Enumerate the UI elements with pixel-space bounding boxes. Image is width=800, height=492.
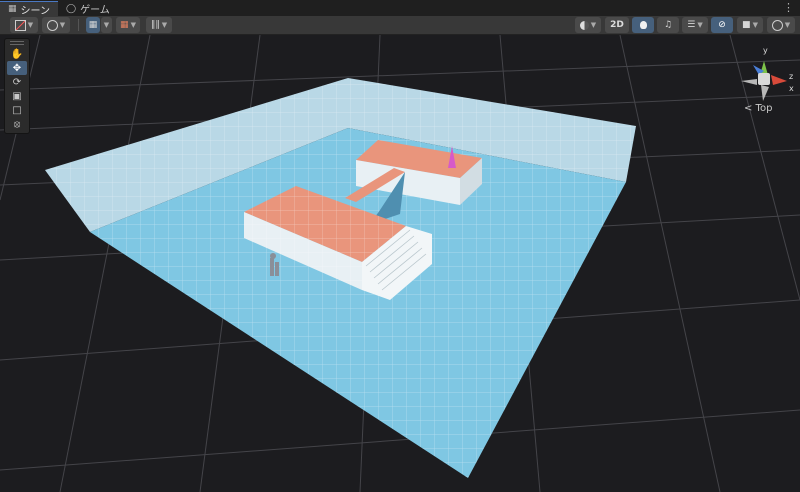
camera-settings-dropdown[interactable]: ■ ▼: [737, 17, 763, 33]
scene-viewport[interactable]: [0, 35, 800, 492]
view-direction-label[interactable]: < Top: [744, 103, 772, 114]
tab-game-label: ゲーム: [80, 5, 110, 16]
hand-icon: ✋: [10, 48, 24, 60]
chevron-down-icon: ▼: [697, 21, 703, 29]
rotate-icon: ⟳: [12, 76, 22, 88]
transform-icon: ⦻: [13, 118, 21, 130]
chevron-down-icon: ▼: [784, 21, 791, 29]
gizmo-x-label: x: [789, 84, 794, 93]
hidden-objects-icon: ⊘: [718, 20, 726, 30]
shading-mode-icon: [579, 20, 589, 30]
gizmo-x-axis: [771, 75, 787, 85]
tab-game[interactable]: ◯ ゲーム: [58, 1, 118, 17]
chevron-down-icon: ▼: [590, 21, 597, 29]
draw-mode-dropdown[interactable]: ▼: [575, 17, 601, 33]
tab-scene[interactable]: ▦ シーン: [0, 1, 59, 17]
gizmo-y-label: y: [763, 46, 768, 55]
move-tool[interactable]: ✥: [7, 61, 27, 75]
chevron-down-icon: ▼: [130, 21, 136, 29]
audio-toggle[interactable]: ♫: [657, 17, 679, 33]
chevron-down-icon: ▼: [27, 21, 34, 29]
transform-tool[interactable]: ⦻: [7, 117, 27, 131]
move-icon: ✥: [12, 62, 22, 74]
hidden-objects-toggle[interactable]: ⊘: [711, 17, 733, 33]
2d-label: 2D: [610, 20, 624, 30]
rotate-tool[interactable]: ⟳: [7, 75, 27, 89]
scale-icon: ▣: [12, 90, 22, 102]
increment-snap-icon: ∥∥: [150, 20, 160, 30]
tab-bar: ▦ シーン ◯ ゲーム ⋮: [0, 0, 800, 17]
gizmos-icon: [771, 19, 783, 31]
chevron-down-icon: ▼: [103, 21, 110, 29]
rect-tool[interactable]: □: [7, 103, 27, 117]
tab-scene-label: シーン: [20, 5, 51, 17]
scene-render: [0, 35, 800, 492]
grid-snap-toggle[interactable]: ▦: [86, 17, 100, 33]
chevron-down-icon: ▼: [59, 21, 66, 29]
lighting-toggle[interactable]: [632, 17, 654, 33]
tool-palette: ✋ ✥ ⟳ ▣ □ ⦻: [4, 38, 30, 134]
snap-grid-icon: ▦: [88, 20, 98, 30]
gizmo-center[interactable]: [758, 73, 770, 85]
camera-icon: ■: [742, 20, 751, 30]
increment-snap-dropdown[interactable]: ∥∥ ▼: [146, 17, 172, 33]
global-local-dropdown[interactable]: ▼: [42, 17, 70, 33]
palette-grip[interactable]: [10, 41, 24, 45]
grid-snap-dropdown[interactable]: ▼: [101, 17, 112, 33]
scale-tool[interactable]: ▣: [7, 89, 27, 103]
tool-handle-dropdown[interactable]: ▼: [10, 17, 38, 33]
grid-icon: ▦: [120, 20, 129, 30]
effects-dropdown[interactable]: ☰ ▼: [682, 17, 708, 33]
light-bulb-icon: [639, 21, 647, 29]
more-menu-icon[interactable]: ⋮: [783, 1, 794, 15]
audio-icon: ♫: [663, 20, 673, 30]
pencil-brush-icon: [14, 19, 26, 31]
chevron-down-icon: ▼: [752, 21, 758, 29]
hand-tool[interactable]: ✋: [7, 47, 27, 61]
chevron-down-icon: ▼: [161, 21, 168, 29]
globe-icon: [46, 19, 58, 31]
gizmo-z-label: z: [789, 72, 793, 81]
rect-icon: □: [12, 104, 22, 116]
gizmos-dropdown[interactable]: ▼: [767, 17, 795, 33]
grid-icon: ▦: [8, 4, 17, 14]
grid-visibility-dropdown[interactable]: ▦ ▼: [116, 17, 140, 33]
scene-toolbar: ▼ ▼ ▦ ▼ ▦ ▼ ∥∥ ▼ ▼ 2D ♫ ☰ ▼ ⊘ ■ ▼ ▼: [0, 16, 800, 35]
effects-icon: ☰: [687, 20, 696, 30]
2d-toggle[interactable]: 2D: [605, 17, 629, 33]
gamepad-icon: ◯: [66, 3, 77, 14]
